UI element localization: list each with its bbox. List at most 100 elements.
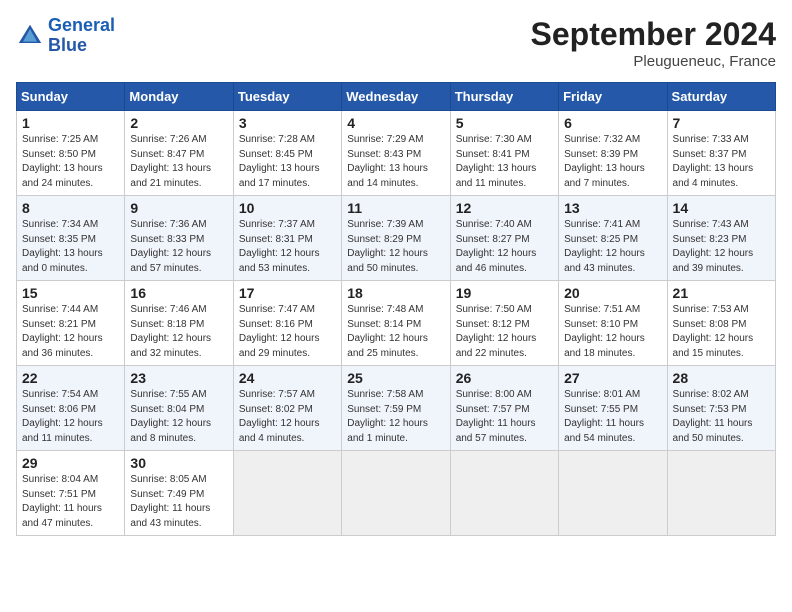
calendar-cell: 18 Sunrise: 7:48 AM Sunset: 8:14 PM Dayli… — [342, 281, 450, 366]
calendar-cell: 2Sunrise: 7:26 AM Sunset: 8:47 PM Daylig… — [125, 111, 233, 196]
calendar-cell: 7 Sunrise: 7:33 AM Sunset: 8:37 PM Daylig… — [667, 111, 775, 196]
col-saturday: Saturday — [667, 83, 775, 111]
calendar-cell: 21Sunrise: 7:53 AM Sunset: 8:08 PM Dayli… — [667, 281, 775, 366]
day-number: 16 — [130, 285, 227, 301]
calendar-cell: 13Sunrise: 7:41 AM Sunset: 8:25 PM Dayli… — [559, 196, 667, 281]
calendar-cell: 26 Sunrise: 8:00 AM Sunset: 7:57 PM Dayli… — [450, 366, 558, 451]
day-number: 28 — [673, 370, 770, 386]
day-number: 25 — [347, 370, 444, 386]
day-number: 8 — [22, 200, 119, 216]
day-number: 10 — [239, 200, 336, 216]
calendar-cell: 4 Sunrise: 7:29 AM Sunset: 8:43 PM Daylig… — [342, 111, 450, 196]
logo-line2: Blue — [48, 36, 115, 56]
day-info: Sunrise: 8:04 AM Sunset: 7:51 PM Dayligh… — [22, 473, 119, 531]
calendar-cell: 15 Sunrise: 7:44 AM Sunset: 8:21 PM Dayli… — [17, 281, 125, 366]
day-info: Sunrise: 7:39 AM Sunset: 8:29 PM Dayligh… — [347, 218, 444, 276]
calendar-cell: 1 Sunrise: 7:25 AM Sunset: 8:50 PM Daylig… — [17, 111, 125, 196]
calendar-cell: 11 Sunrise: 7:39 AM Sunset: 8:29 PM Dayli… — [342, 196, 450, 281]
day-info: Sunrise: 7:34 AM Sunset: 8:35 PM Dayligh… — [22, 218, 119, 276]
day-info: Sunrise: 8:02 AM Sunset: 7:53 PM Dayligh… — [673, 388, 770, 446]
col-tuesday: Tuesday — [233, 83, 341, 111]
day-number: 15 — [22, 285, 119, 301]
page-header: General Blue September 2024 Pleugueneuc,… — [16, 16, 776, 70]
calendar-cell — [233, 451, 341, 536]
day-number: 7 — [673, 115, 770, 131]
calendar-row: 15 Sunrise: 7:44 AM Sunset: 8:21 PM Dayli… — [17, 281, 776, 366]
calendar-cell: 24 Sunrise: 7:57 AM Sunset: 8:02 PM Dayli… — [233, 366, 341, 451]
col-wednesday: Wednesday — [342, 83, 450, 111]
day-number: 2 — [130, 115, 227, 131]
day-number: 20 — [564, 285, 661, 301]
day-number: 4 — [347, 115, 444, 131]
day-number: 29 — [22, 455, 119, 471]
calendar-cell: 5Sunrise: 7:30 AM Sunset: 8:41 PM Daylig… — [450, 111, 558, 196]
calendar-cell: 22Sunrise: 7:54 AM Sunset: 8:06 PM Dayli… — [17, 366, 125, 451]
day-number: 6 — [564, 115, 661, 131]
logo-icon — [16, 22, 44, 50]
day-number: 13 — [564, 200, 661, 216]
day-number: 1 — [22, 115, 119, 131]
day-info: Sunrise: 8:01 AM Sunset: 7:55 PM Dayligh… — [564, 388, 661, 446]
day-info: Sunrise: 7:29 AM Sunset: 8:43 PM Dayligh… — [347, 133, 444, 191]
day-number: 19 — [456, 285, 553, 301]
calendar-cell: 3Sunrise: 7:28 AM Sunset: 8:45 PM Daylig… — [233, 111, 341, 196]
calendar-row: 8 Sunrise: 7:34 AM Sunset: 8:35 PM Daylig… — [17, 196, 776, 281]
calendar-cell: 17 Sunrise: 7:47 AM Sunset: 8:16 PM Dayli… — [233, 281, 341, 366]
calendar-cell: 19 Sunrise: 7:50 AM Sunset: 8:12 PM Dayli… — [450, 281, 558, 366]
day-info: Sunrise: 7:36 AM Sunset: 8:33 PM Dayligh… — [130, 218, 227, 276]
day-info: Sunrise: 7:53 AM Sunset: 8:08 PM Dayligh… — [673, 303, 770, 361]
calendar-cell — [559, 451, 667, 536]
col-monday: Monday — [125, 83, 233, 111]
day-number: 24 — [239, 370, 336, 386]
day-number: 3 — [239, 115, 336, 131]
calendar-header: Sunday Monday Tuesday Wednesday Thursday… — [17, 83, 776, 111]
day-number: 18 — [347, 285, 444, 301]
day-info: Sunrise: 7:40 AM Sunset: 8:27 PM Dayligh… — [456, 218, 553, 276]
calendar-row: 22Sunrise: 7:54 AM Sunset: 8:06 PM Dayli… — [17, 366, 776, 451]
calendar-cell: 14Sunrise: 7:43 AM Sunset: 8:23 PM Dayli… — [667, 196, 775, 281]
col-thursday: Thursday — [450, 83, 558, 111]
day-info: Sunrise: 7:37 AM Sunset: 8:31 PM Dayligh… — [239, 218, 336, 276]
day-info: Sunrise: 7:46 AM Sunset: 8:18 PM Dayligh… — [130, 303, 227, 361]
calendar-cell: 29 Sunrise: 8:04 AM Sunset: 7:51 PM Dayli… — [17, 451, 125, 536]
logo-line1: General — [48, 15, 115, 35]
day-number: 12 — [456, 200, 553, 216]
day-info: Sunrise: 7:54 AM Sunset: 8:06 PM Dayligh… — [22, 388, 119, 446]
day-info: Sunrise: 7:51 AM Sunset: 8:10 PM Dayligh… — [564, 303, 661, 361]
day-info: Sunrise: 7:25 AM Sunset: 8:50 PM Dayligh… — [22, 133, 119, 191]
calendar-cell — [450, 451, 558, 536]
calendar-row: 29 Sunrise: 8:04 AM Sunset: 7:51 PM Dayli… — [17, 451, 776, 536]
day-number: 11 — [347, 200, 444, 216]
day-number: 30 — [130, 455, 227, 471]
calendar-cell: 20 Sunrise: 7:51 AM Sunset: 8:10 PM Dayli… — [559, 281, 667, 366]
day-info: Sunrise: 8:00 AM Sunset: 7:57 PM Dayligh… — [456, 388, 553, 446]
calendar-cell: 27 Sunrise: 8:01 AM Sunset: 7:55 PM Dayli… — [559, 366, 667, 451]
day-info: Sunrise: 8:05 AM Sunset: 7:49 PM Dayligh… — [130, 473, 227, 531]
logo-text: General Blue — [48, 16, 115, 56]
day-info: Sunrise: 7:57 AM Sunset: 8:02 PM Dayligh… — [239, 388, 336, 446]
month-title: September 2024 — [531, 16, 776, 53]
col-sunday: Sunday — [17, 83, 125, 111]
calendar-cell: 25 Sunrise: 7:58 AM Sunset: 7:59 PM Dayli… — [342, 366, 450, 451]
day-number: 17 — [239, 285, 336, 301]
calendar-cell: 9Sunrise: 7:36 AM Sunset: 8:33 PM Daylig… — [125, 196, 233, 281]
col-friday: Friday — [559, 83, 667, 111]
day-info: Sunrise: 7:48 AM Sunset: 8:14 PM Dayligh… — [347, 303, 444, 361]
calendar-row: 1 Sunrise: 7:25 AM Sunset: 8:50 PM Daylig… — [17, 111, 776, 196]
calendar-cell: 28 Sunrise: 8:02 AM Sunset: 7:53 PM Dayli… — [667, 366, 775, 451]
day-number: 26 — [456, 370, 553, 386]
day-info: Sunrise: 7:32 AM Sunset: 8:39 PM Dayligh… — [564, 133, 661, 191]
day-info: Sunrise: 7:44 AM Sunset: 8:21 PM Dayligh… — [22, 303, 119, 361]
calendar-cell: 16 Sunrise: 7:46 AM Sunset: 8:18 PM Dayli… — [125, 281, 233, 366]
calendar-body: 1 Sunrise: 7:25 AM Sunset: 8:50 PM Daylig… — [17, 111, 776, 536]
calendar-cell: 6 Sunrise: 7:32 AM Sunset: 8:39 PM Daylig… — [559, 111, 667, 196]
day-number: 27 — [564, 370, 661, 386]
calendar-cell — [342, 451, 450, 536]
calendar-cell: 23Sunrise: 7:55 AM Sunset: 8:04 PM Dayli… — [125, 366, 233, 451]
day-info: Sunrise: 7:58 AM Sunset: 7:59 PM Dayligh… — [347, 388, 444, 446]
calendar-cell: 12 Sunrise: 7:40 AM Sunset: 8:27 PM Dayli… — [450, 196, 558, 281]
day-info: Sunrise: 7:47 AM Sunset: 8:16 PM Dayligh… — [239, 303, 336, 361]
calendar-cell — [667, 451, 775, 536]
day-info: Sunrise: 7:33 AM Sunset: 8:37 PM Dayligh… — [673, 133, 770, 191]
day-info: Sunrise: 7:50 AM Sunset: 8:12 PM Dayligh… — [456, 303, 553, 361]
